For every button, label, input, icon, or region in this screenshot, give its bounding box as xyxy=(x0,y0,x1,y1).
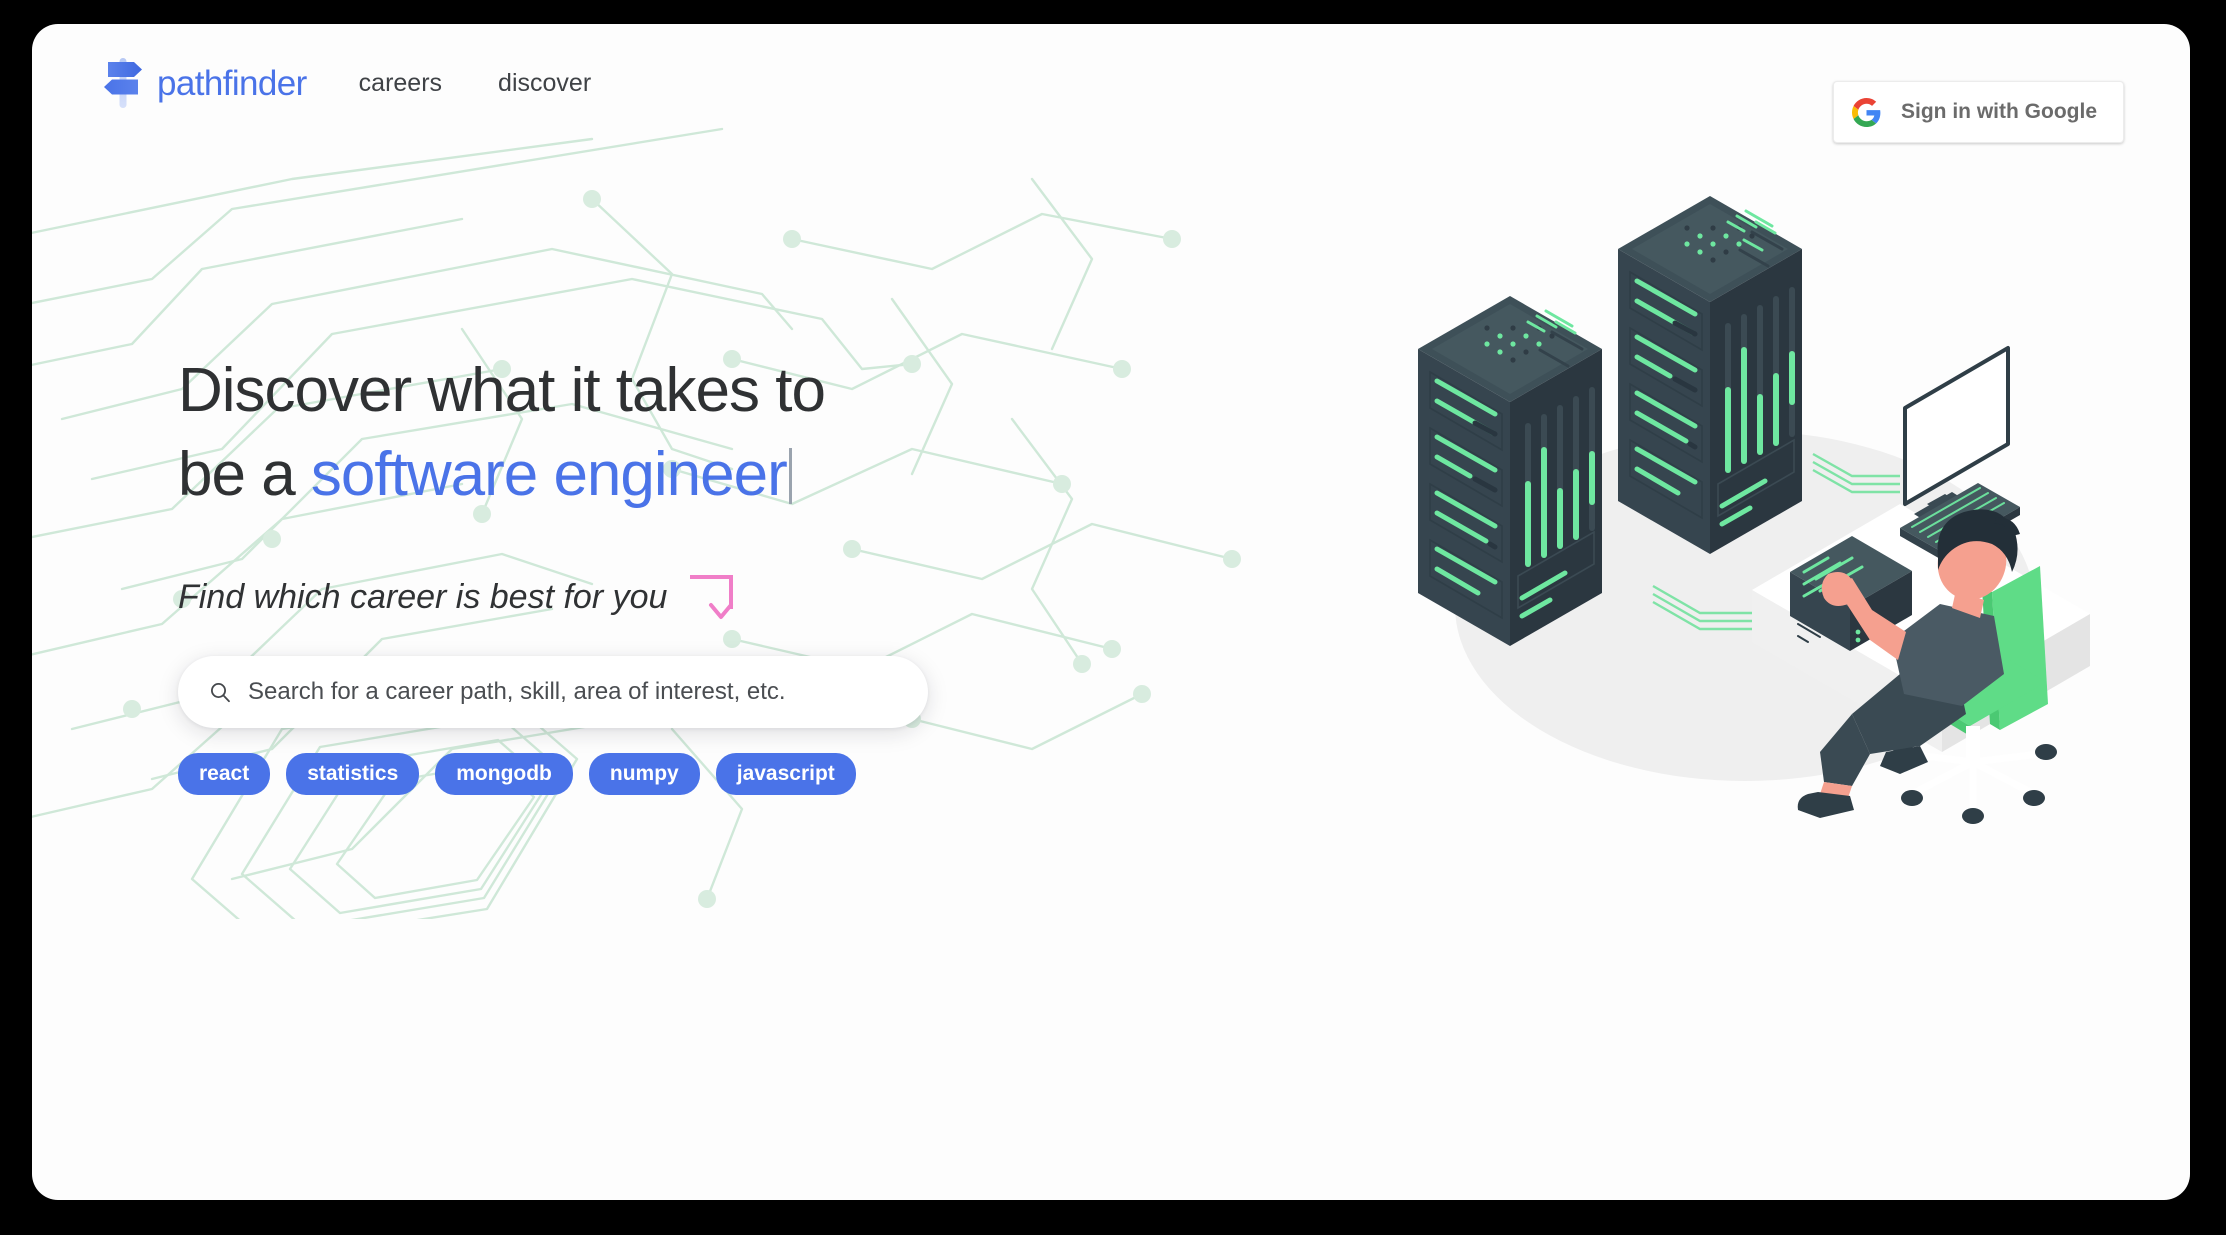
page-title: Discover what it takes to be a software … xyxy=(178,349,1198,517)
nav-link-discover[interactable]: discover xyxy=(490,63,599,104)
brand-name: pathfinder xyxy=(157,63,307,103)
headline-line-2-accent: software engineer xyxy=(310,440,788,509)
browser-window: pathfinder careers discover Sign in with… xyxy=(32,24,2190,1200)
subline-row: Find which career is best for you xyxy=(178,571,1198,623)
google-g-icon xyxy=(1852,97,1881,127)
typing-caret xyxy=(788,448,792,504)
google-signin-label: Sign in with Google xyxy=(1901,100,2097,123)
search-box[interactable] xyxy=(178,656,928,728)
arrow-down-bend-icon xyxy=(690,575,734,619)
headline-line-1: Discover what it takes to xyxy=(178,356,826,425)
search-icon xyxy=(211,683,230,703)
tag-pill-mongodb[interactable]: mongodb xyxy=(435,753,573,796)
main-nav: careers discover xyxy=(351,63,599,104)
tag-pill-numpy[interactable]: numpy xyxy=(588,753,700,796)
google-signin-button[interactable]: Sign in with Google xyxy=(1833,81,2124,143)
nav-link-careers[interactable]: careers xyxy=(351,63,450,104)
hero-section: Discover what it takes to be a software … xyxy=(178,349,1198,796)
search-input[interactable] xyxy=(248,678,898,706)
headline-line-2-prefix: be a xyxy=(178,440,311,509)
signpost-icon xyxy=(104,58,142,108)
tag-pill-javascript[interactable]: javascript xyxy=(715,753,856,796)
brand-logo-link[interactable]: pathfinder xyxy=(100,54,307,112)
tag-pill-statistics[interactable]: statistics xyxy=(286,753,420,796)
tag-pill-react[interactable]: react xyxy=(178,753,271,796)
server-room-developer-illustration xyxy=(1418,196,2090,824)
site-header: pathfinder careers discover Sign in with… xyxy=(32,24,2190,143)
hero-subline: Find which career is best for you xyxy=(178,577,668,616)
suggested-tags: react statistics mongodb numpy javascrip… xyxy=(178,753,1198,796)
server-rack-short xyxy=(1418,296,1602,646)
server-rack-tall xyxy=(1618,196,1802,554)
